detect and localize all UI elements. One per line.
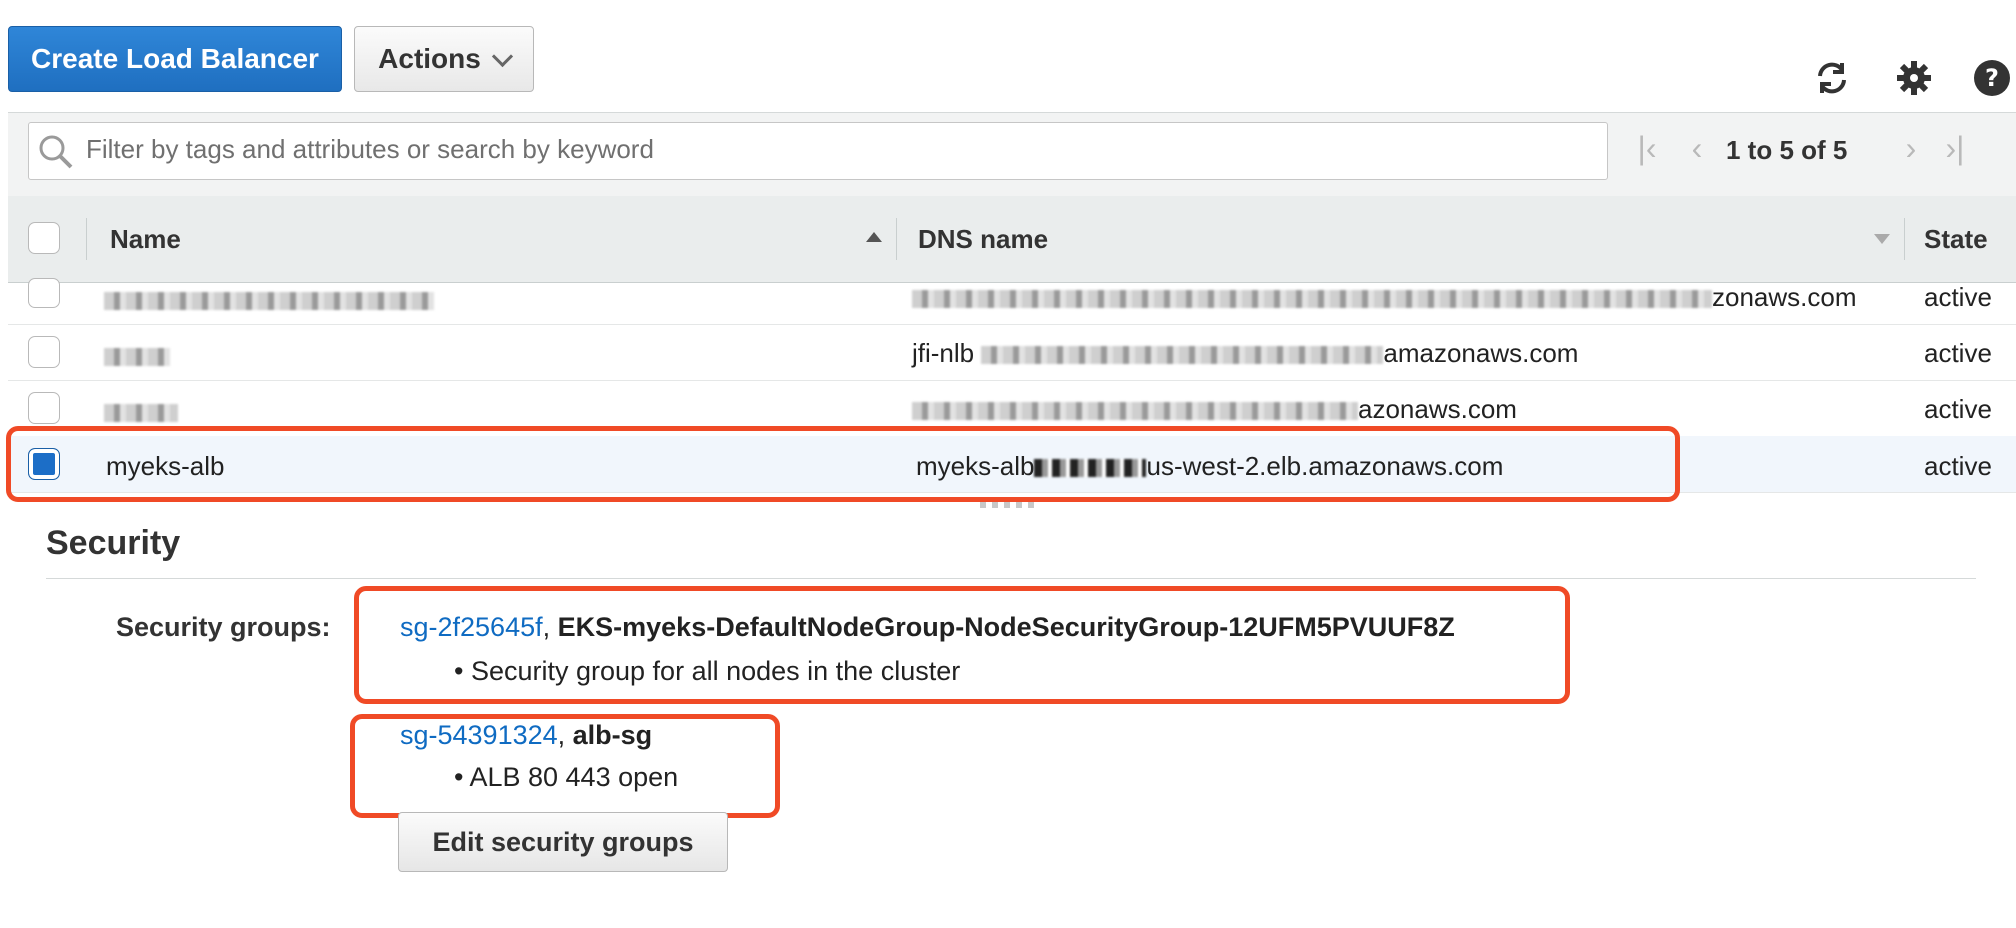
row-checkbox[interactable] bbox=[28, 278, 60, 308]
column-header-name[interactable]: Name bbox=[110, 224, 181, 255]
next-page-icon[interactable]: › bbox=[1896, 130, 1926, 166]
highlight-security-group-2 bbox=[350, 714, 780, 818]
highlight-selected-row bbox=[6, 426, 1680, 502]
svg-text:?: ? bbox=[1985, 64, 1999, 92]
row-state: active bbox=[1924, 282, 1992, 312]
previous-page-icon[interactable]: ‹ bbox=[1682, 130, 1712, 166]
row-dns-text: zonaws.com bbox=[1712, 282, 1857, 312]
first-page-icon[interactable]: |‹ bbox=[1632, 130, 1662, 166]
sort-ascending-icon[interactable] bbox=[866, 232, 882, 242]
sort-icon[interactable] bbox=[1874, 234, 1890, 244]
row-name-redacted bbox=[104, 284, 434, 315]
gear-icon[interactable] bbox=[1892, 56, 1936, 100]
row-checkbox[interactable] bbox=[28, 336, 60, 368]
row-dns-text: jfi-nlb bbox=[912, 338, 975, 368]
search-placeholder: Filter by tags and attributes or search … bbox=[86, 134, 654, 164]
search-icon bbox=[38, 134, 74, 175]
create-load-balancer-button[interactable]: Create Load Balancer bbox=[8, 26, 342, 92]
column-header-state[interactable]: State bbox=[1924, 224, 1988, 255]
row-name-redacted bbox=[104, 396, 178, 427]
column-divider bbox=[86, 218, 87, 260]
column-divider bbox=[1904, 218, 1905, 260]
security-groups-label: Security groups: bbox=[116, 612, 331, 642]
help-icon[interactable]: ? bbox=[1970, 56, 2014, 100]
column-header-dns-name[interactable]: DNS name bbox=[918, 224, 1048, 255]
refresh-icon[interactable] bbox=[1810, 56, 1854, 100]
actions-dropdown-button[interactable]: Actions bbox=[354, 26, 534, 92]
actions-label: Actions bbox=[378, 43, 481, 74]
row-checkbox[interactable] bbox=[28, 392, 60, 424]
select-all-checkbox[interactable] bbox=[28, 222, 60, 254]
row-dns: jfi-nlb amazonaws.com bbox=[912, 338, 1578, 369]
row-state: active bbox=[1924, 394, 1992, 424]
row-state: active bbox=[1924, 451, 1992, 481]
row-name-redacted bbox=[104, 340, 170, 371]
row-dns: zonaws.com bbox=[912, 282, 1857, 313]
row-dns-suffix: amazonaws.com bbox=[1383, 338, 1579, 368]
row-state: active bbox=[1924, 338, 1992, 368]
row-dns: azonaws.com bbox=[912, 394, 1517, 425]
panel-resize-handle[interactable] bbox=[980, 502, 1036, 508]
section-divider bbox=[46, 578, 1976, 579]
highlight-security-group-1 bbox=[354, 586, 1570, 704]
column-divider bbox=[896, 218, 897, 260]
row-dns-text: azonaws.com bbox=[1358, 394, 1517, 424]
pagination-status: 1 to 5 of 5 bbox=[1726, 135, 1848, 165]
edit-security-groups-button[interactable]: Edit security groups bbox=[398, 812, 728, 872]
section-title: Security bbox=[46, 524, 181, 562]
last-page-icon[interactable]: ›| bbox=[1940, 130, 1970, 166]
chevron-down-icon bbox=[491, 45, 513, 67]
